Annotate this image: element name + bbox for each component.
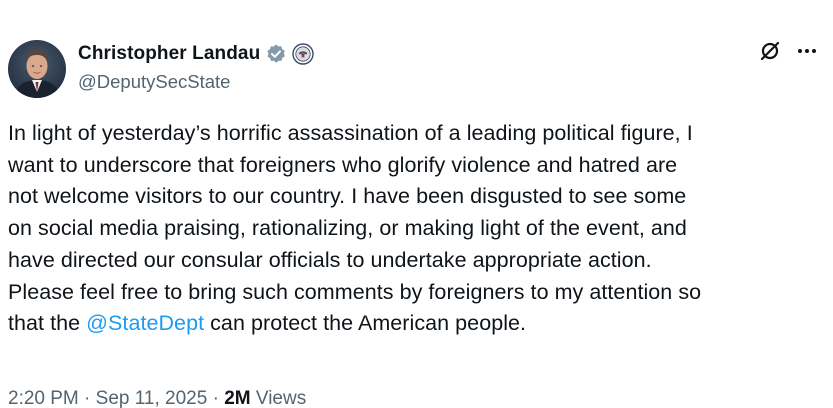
tweet-meta: 2:20 PM · Sep 11, 2025 · 2M Views: [8, 388, 306, 408]
tweet-time[interactable]: 2:20 PM: [8, 388, 79, 408]
tweet-text: In light of yesterday’s horrific assassi…: [8, 118, 828, 340]
avatar-image: [8, 40, 66, 98]
author-name-row: Christopher Landau: [78, 40, 315, 68]
avatar[interactable]: [8, 40, 66, 98]
tweet-text-line: not welcome visitors to our country. I h…: [8, 184, 687, 209]
tweet-text-line: on social media praising, rationalizing,…: [8, 216, 687, 241]
tweet-text-segment: can protect the American people.: [204, 311, 527, 336]
mention-link[interactable]: @StateDept: [86, 311, 204, 335]
author-handle[interactable]: @DeputySecState: [78, 71, 314, 93]
tweet-text-line: Please feel free to bring such comments …: [8, 279, 702, 304]
author-block: Christopher Landau @DeputySecState: [78, 40, 315, 93]
tweet-text-line: have directed our consular officials to …: [8, 247, 652, 272]
views-label: Views: [250, 388, 307, 408]
display-name[interactable]: Christopher Landau: [78, 43, 260, 65]
tweet-date[interactable]: Sep 11, 2025: [96, 388, 208, 408]
tweet-text-last-line: that the @StateDept can protect the Amer…: [8, 308, 828, 340]
meta-separator: ·: [207, 388, 225, 408]
views-count[interactable]: 2M: [224, 388, 250, 408]
meta-separator: ·: [78, 388, 96, 408]
grok-icon[interactable]: [759, 40, 781, 67]
tweet-text-line: In light of yesterday’s horrific assassi…: [8, 121, 693, 145]
tweet-text-line: want to underscore that foreigners who g…: [8, 152, 678, 177]
government-seal-icon[interactable]: [292, 43, 315, 65]
tweet-text-segment: that the: [8, 311, 87, 336]
gray-verified-badge-icon[interactable]: [265, 43, 287, 65]
more-options-icon[interactable]: [795, 40, 819, 67]
tweet-card: Christopher Landau @DeputySecState In li…: [0, 0, 833, 408]
top-actions: [759, 40, 819, 67]
